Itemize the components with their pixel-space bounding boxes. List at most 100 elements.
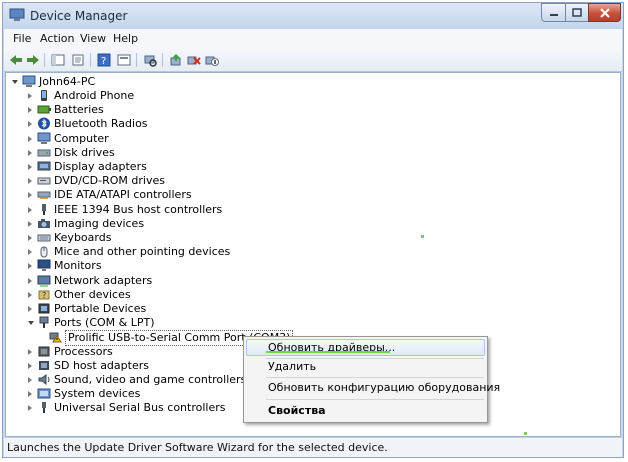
expand-arrow-icon[interactable] (28, 348, 32, 355)
tree-item-label: Android Phone (54, 89, 135, 102)
minimize-button[interactable] (541, 3, 566, 22)
tree-item-label: Ports (COM & LPT) (54, 316, 155, 330)
help-icon: ? (97, 53, 111, 67)
tree-item-label: SD host adapters (54, 358, 149, 372)
toolbar: ? (4, 49, 622, 72)
toolbar-separator (136, 53, 137, 67)
menu-action[interactable]: Action (40, 32, 74, 45)
tree-item-label: Batteries (54, 103, 104, 117)
system-devices-icon (37, 388, 51, 399)
expand-arrow-icon[interactable] (28, 249, 32, 256)
expand-arrow-icon[interactable] (28, 206, 32, 213)
tree-item-label: Keyboards (54, 231, 112, 244)
forward-arrow-icon (27, 55, 39, 65)
disk-drive-icon (37, 149, 51, 157)
expand-arrow-icon[interactable] (28, 263, 32, 270)
bluetooth-icon (38, 117, 50, 130)
toolbar-separator (90, 53, 91, 67)
annotation-dot (421, 235, 424, 238)
tree-item-label: Sound, video and game controllers (54, 373, 247, 386)
menu-help[interactable]: Help (113, 32, 138, 45)
tree-item-label: Universal Serial Bus controllers (54, 401, 226, 415)
tree-item-label: Imaging devices (54, 216, 145, 230)
expand-arrow-icon[interactable] (28, 107, 32, 114)
expand-arrow-icon[interactable] (28, 220, 32, 227)
collapse-arrow-icon[interactable] (28, 321, 34, 328)
expand-arrow-icon[interactable] (28, 121, 32, 128)
back-button[interactable] (8, 52, 24, 68)
maximize-button[interactable] (565, 3, 589, 22)
other-devices-icon: ? (38, 290, 50, 300)
maximize-icon (572, 8, 582, 17)
properties-button[interactable] (70, 52, 86, 68)
close-button[interactable] (588, 3, 621, 22)
portable-device-icon (38, 303, 50, 314)
tree-item-label: Bluetooth Radios (54, 117, 148, 131)
expand-arrow-icon[interactable] (28, 362, 32, 369)
status-bar: Launches the Update Driver Software Wiza… (4, 437, 622, 457)
tree-item-label: Computer (54, 131, 109, 145)
expand-arrow-icon[interactable] (28, 135, 32, 142)
context-menu-separator (266, 399, 484, 400)
keyboard-icon (37, 234, 51, 242)
expand-arrow-icon[interactable] (28, 405, 32, 412)
disable-icon (205, 56, 219, 66)
device-manager-icon (9, 8, 25, 21)
menu-delete[interactable]: Удалить (268, 360, 316, 373)
expand-arrow-icon[interactable] (28, 277, 32, 284)
dvd-drive-icon (37, 177, 51, 185)
menu-bar: File Action View Help (4, 29, 622, 50)
uninstall-button[interactable] (186, 52, 202, 68)
collapse-arrow-icon[interactable] (12, 80, 18, 87)
expand-arrow-icon[interactable] (28, 391, 32, 398)
expand-arrow-icon[interactable] (28, 192, 32, 199)
console-tree-button[interactable] (50, 52, 66, 68)
view-icon (117, 54, 131, 66)
menu-scan-hardware[interactable]: Обновить конфигурацию оборудования (268, 381, 500, 394)
scan-hardware-button[interactable] (142, 52, 158, 68)
view-button[interactable] (116, 52, 132, 68)
expand-arrow-icon[interactable] (28, 291, 32, 298)
context-menu-separator (266, 377, 484, 378)
menu-view[interactable]: View (80, 32, 106, 45)
battery-icon (37, 105, 51, 114)
help-button[interactable]: ? (96, 52, 112, 68)
tree-root-label: John64-PC (39, 75, 96, 88)
sd-adapter-icon (39, 360, 49, 370)
menu-file[interactable]: File (13, 32, 31, 45)
expand-arrow-icon[interactable] (28, 149, 32, 156)
forward-button[interactable] (25, 52, 41, 68)
toolbar-separator (44, 53, 45, 67)
disable-button[interactable] (204, 52, 220, 68)
window-title: Device Manager (30, 9, 128, 23)
svg-text:?: ? (42, 291, 46, 300)
tree-item-label: Mice and other pointing devices (54, 245, 231, 259)
menu-properties[interactable]: Свойства (268, 404, 326, 417)
update-driver-button[interactable] (168, 52, 184, 68)
tree-item-label: Processors (54, 344, 113, 358)
tree-item-label: System devices (54, 387, 141, 401)
tree-item-label: Monitors (54, 259, 102, 273)
tree-item-label: DVD/CD-ROM drives (54, 174, 165, 188)
show-hide-console-tree-icon (51, 54, 65, 66)
expand-arrow-icon[interactable] (28, 235, 32, 241)
expand-arrow-icon[interactable] (28, 178, 32, 185)
status-text: Launches the Update Driver Software Wiza… (7, 441, 388, 454)
mouse-icon (40, 246, 48, 258)
tree-item-label: Other devices (54, 287, 131, 301)
toolbar-separator (162, 53, 163, 67)
monitor-icon (37, 259, 51, 272)
expand-arrow-icon[interactable] (28, 306, 32, 312)
annotation-dot (524, 432, 527, 435)
expand-arrow-icon[interactable] (28, 377, 32, 383)
computer-icon (37, 132, 51, 144)
minimize-icon (549, 13, 558, 16)
usb-icon (42, 402, 46, 414)
tree-item-label: Portable Devices (54, 302, 147, 315)
tree-item-label: Display adapters (54, 160, 147, 173)
phone-icon (41, 90, 47, 101)
ide-controller-icon (37, 191, 51, 200)
network-adapter-icon (37, 275, 51, 287)
expand-arrow-icon[interactable] (28, 93, 32, 99)
expand-arrow-icon[interactable] (28, 164, 32, 170)
